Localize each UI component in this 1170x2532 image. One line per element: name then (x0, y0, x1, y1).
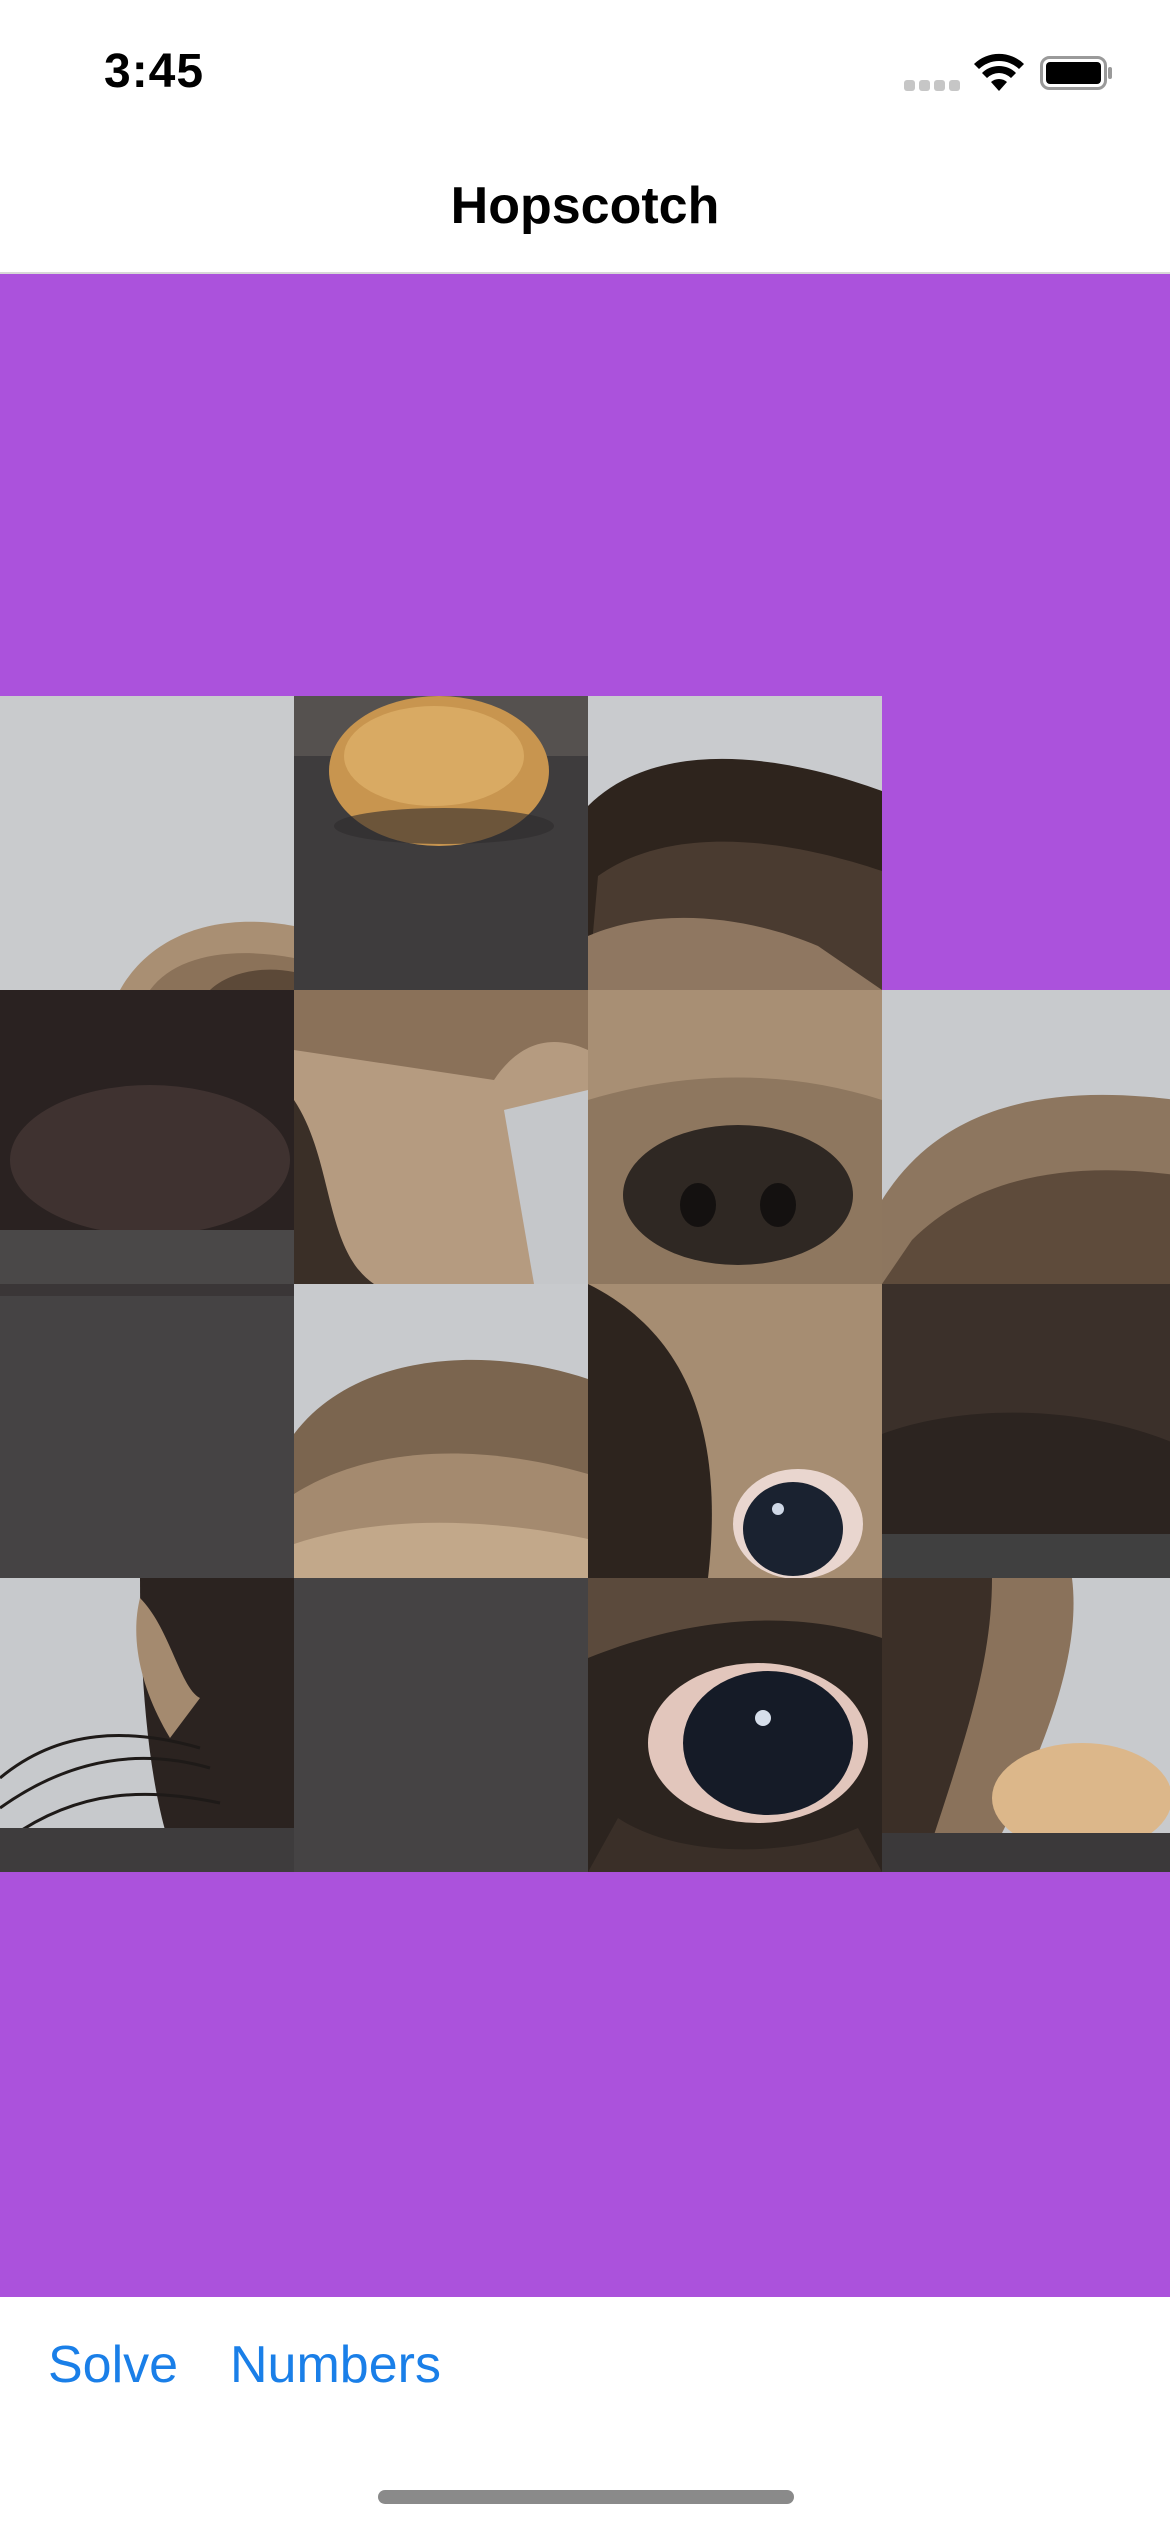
puzzle-tile[interactable] (0, 990, 294, 1284)
puzzle-tile[interactable] (882, 1284, 1170, 1578)
navigation-bar: Hopscotch (0, 140, 1170, 274)
puzzle-tile[interactable] (588, 990, 882, 1284)
puzzle-tile[interactable] (882, 990, 1170, 1284)
puzzle-tile[interactable] (294, 1578, 588, 1872)
puzzle-area (0, 274, 1170, 2297)
wifi-icon (974, 53, 1024, 91)
puzzle-tile[interactable] (588, 1578, 882, 1872)
puzzle-tile[interactable] (882, 1578, 1170, 1872)
puzzle-tile[interactable] (294, 1284, 588, 1578)
page-title: Hopscotch (450, 177, 720, 235)
puzzle-tile[interactable] (294, 696, 588, 990)
status-bar: 3:45 (0, 0, 1170, 140)
puzzle-tile[interactable] (588, 696, 882, 990)
puzzle-tile[interactable] (0, 696, 294, 990)
puzzle-board (0, 696, 1170, 1872)
puzzle-tile[interactable] (588, 1284, 882, 1578)
status-time: 3:45 (104, 45, 205, 98)
home-indicator[interactable] (378, 2490, 794, 2504)
puzzle-tile[interactable] (294, 990, 588, 1284)
numbers-button[interactable]: Numbers (230, 2335, 441, 2395)
solve-button[interactable]: Solve (48, 2335, 178, 2395)
puzzle-tile[interactable] (0, 1284, 294, 1578)
puzzle-tile[interactable] (0, 1578, 294, 1872)
battery-icon (1040, 56, 1112, 90)
cellular-signal-icon (904, 80, 962, 92)
